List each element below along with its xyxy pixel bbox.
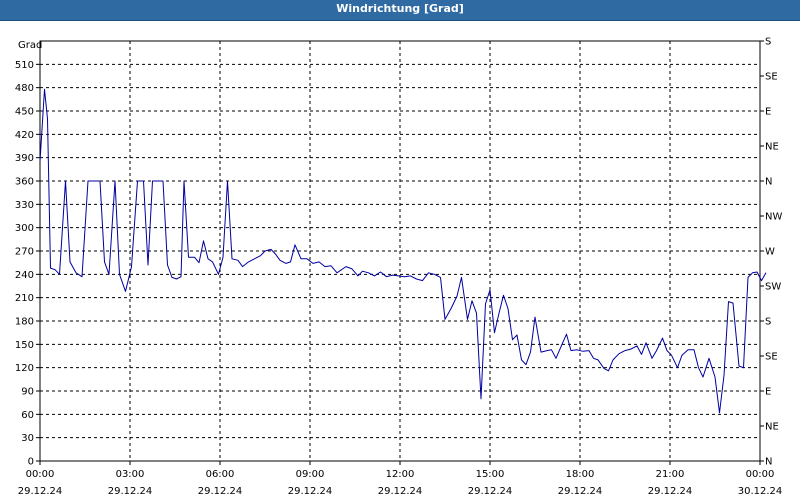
y-tick-label: 120 — [15, 363, 34, 374]
y-tick-label: 420 — [15, 130, 34, 141]
y-tick-label: 0 — [28, 457, 34, 468]
x-tick-date-label: 29.12.24 — [198, 486, 243, 497]
x-tick-time-label: 15:00 — [476, 469, 505, 480]
x-tick-date-label: 29.12.24 — [648, 486, 693, 497]
x-tick-time-label: 18:00 — [566, 469, 595, 480]
x-tick-date-label: 30.12.24 — [738, 486, 783, 497]
y2-tick-label: NE — [765, 142, 779, 153]
y-axis-label: Grad — [18, 40, 42, 51]
x-tick-date-label: 29.12.24 — [288, 486, 333, 497]
x-tick-date-label: 29.12.24 — [18, 486, 63, 497]
y-tick-label: 240 — [15, 270, 34, 281]
y2-tick-label: N — [765, 457, 772, 468]
y-tick-label: 300 — [15, 223, 34, 234]
x-tick-time-label: 06:00 — [206, 469, 235, 480]
y-tick-label: 150 — [15, 340, 34, 351]
y2-axis-ticks: N NE E SE S SW W NW N NE E SE S — [760, 37, 782, 468]
y-tick-label: 390 — [15, 153, 34, 164]
x-tick-date-label: 29.12.24 — [558, 486, 603, 497]
y-tick-label: 270 — [15, 247, 34, 258]
x-tick-time-label: 00:00 — [746, 469, 775, 480]
y2-tick-label: SW — [765, 282, 781, 293]
y-tick-label: 60 — [21, 410, 34, 421]
x-tick-time-label: 03:00 — [116, 469, 145, 480]
y2-tick-label: E — [765, 107, 771, 118]
y2-tick-label: N — [765, 177, 772, 188]
y-tick-label: 210 — [15, 293, 34, 304]
y-tick-label: 90 — [21, 387, 34, 398]
y-tick-label: 360 — [15, 177, 34, 188]
chart-plot: 0 30 60 90 120 150 180 210 240 270 300 330 360 390 420… — [15, 37, 783, 498]
y-tick-label: 480 — [15, 83, 34, 94]
x-tick-time-label: 12:00 — [386, 469, 415, 480]
y2-tick-label: S — [765, 317, 771, 328]
x-tick-time-label: 09:00 — [296, 469, 325, 480]
x-tick-date-label: 29.12.24 — [468, 486, 513, 497]
y-tick-label: 510 — [15, 60, 34, 71]
x-tick-date-label: 29.12.24 — [108, 486, 153, 497]
chart-title: Windrichtung [Grad] — [0, 0, 800, 21]
y2-tick-label: SE — [765, 352, 778, 363]
y-tick-label: 30 — [21, 433, 34, 444]
y2-tick-label: NE — [765, 422, 779, 433]
x-tick-time-label: 00:00 — [26, 469, 55, 480]
y-tick-label: 450 — [15, 107, 34, 118]
y-tick-label: 330 — [15, 200, 34, 211]
x-tick-date-label: 29.12.24 — [378, 486, 423, 497]
y2-tick-label: W — [765, 247, 775, 258]
x-tick-time-label: 21:00 — [656, 469, 685, 480]
y2-tick-label: SE — [765, 72, 778, 83]
x-axis-ticks: 00:00 29.12.24 03:00 29.12.24 06:00 29.12.24 0… — [18, 461, 783, 497]
y2-tick-label: NW — [765, 212, 782, 223]
y2-tick-label: S — [765, 37, 771, 48]
y2-tick-label: E — [765, 387, 771, 398]
y-axis-ticks: 0 30 60 90 120 150 180 210 240 270 300 330 360 390 420… — [15, 60, 40, 468]
y-tick-label: 180 — [15, 317, 34, 328]
